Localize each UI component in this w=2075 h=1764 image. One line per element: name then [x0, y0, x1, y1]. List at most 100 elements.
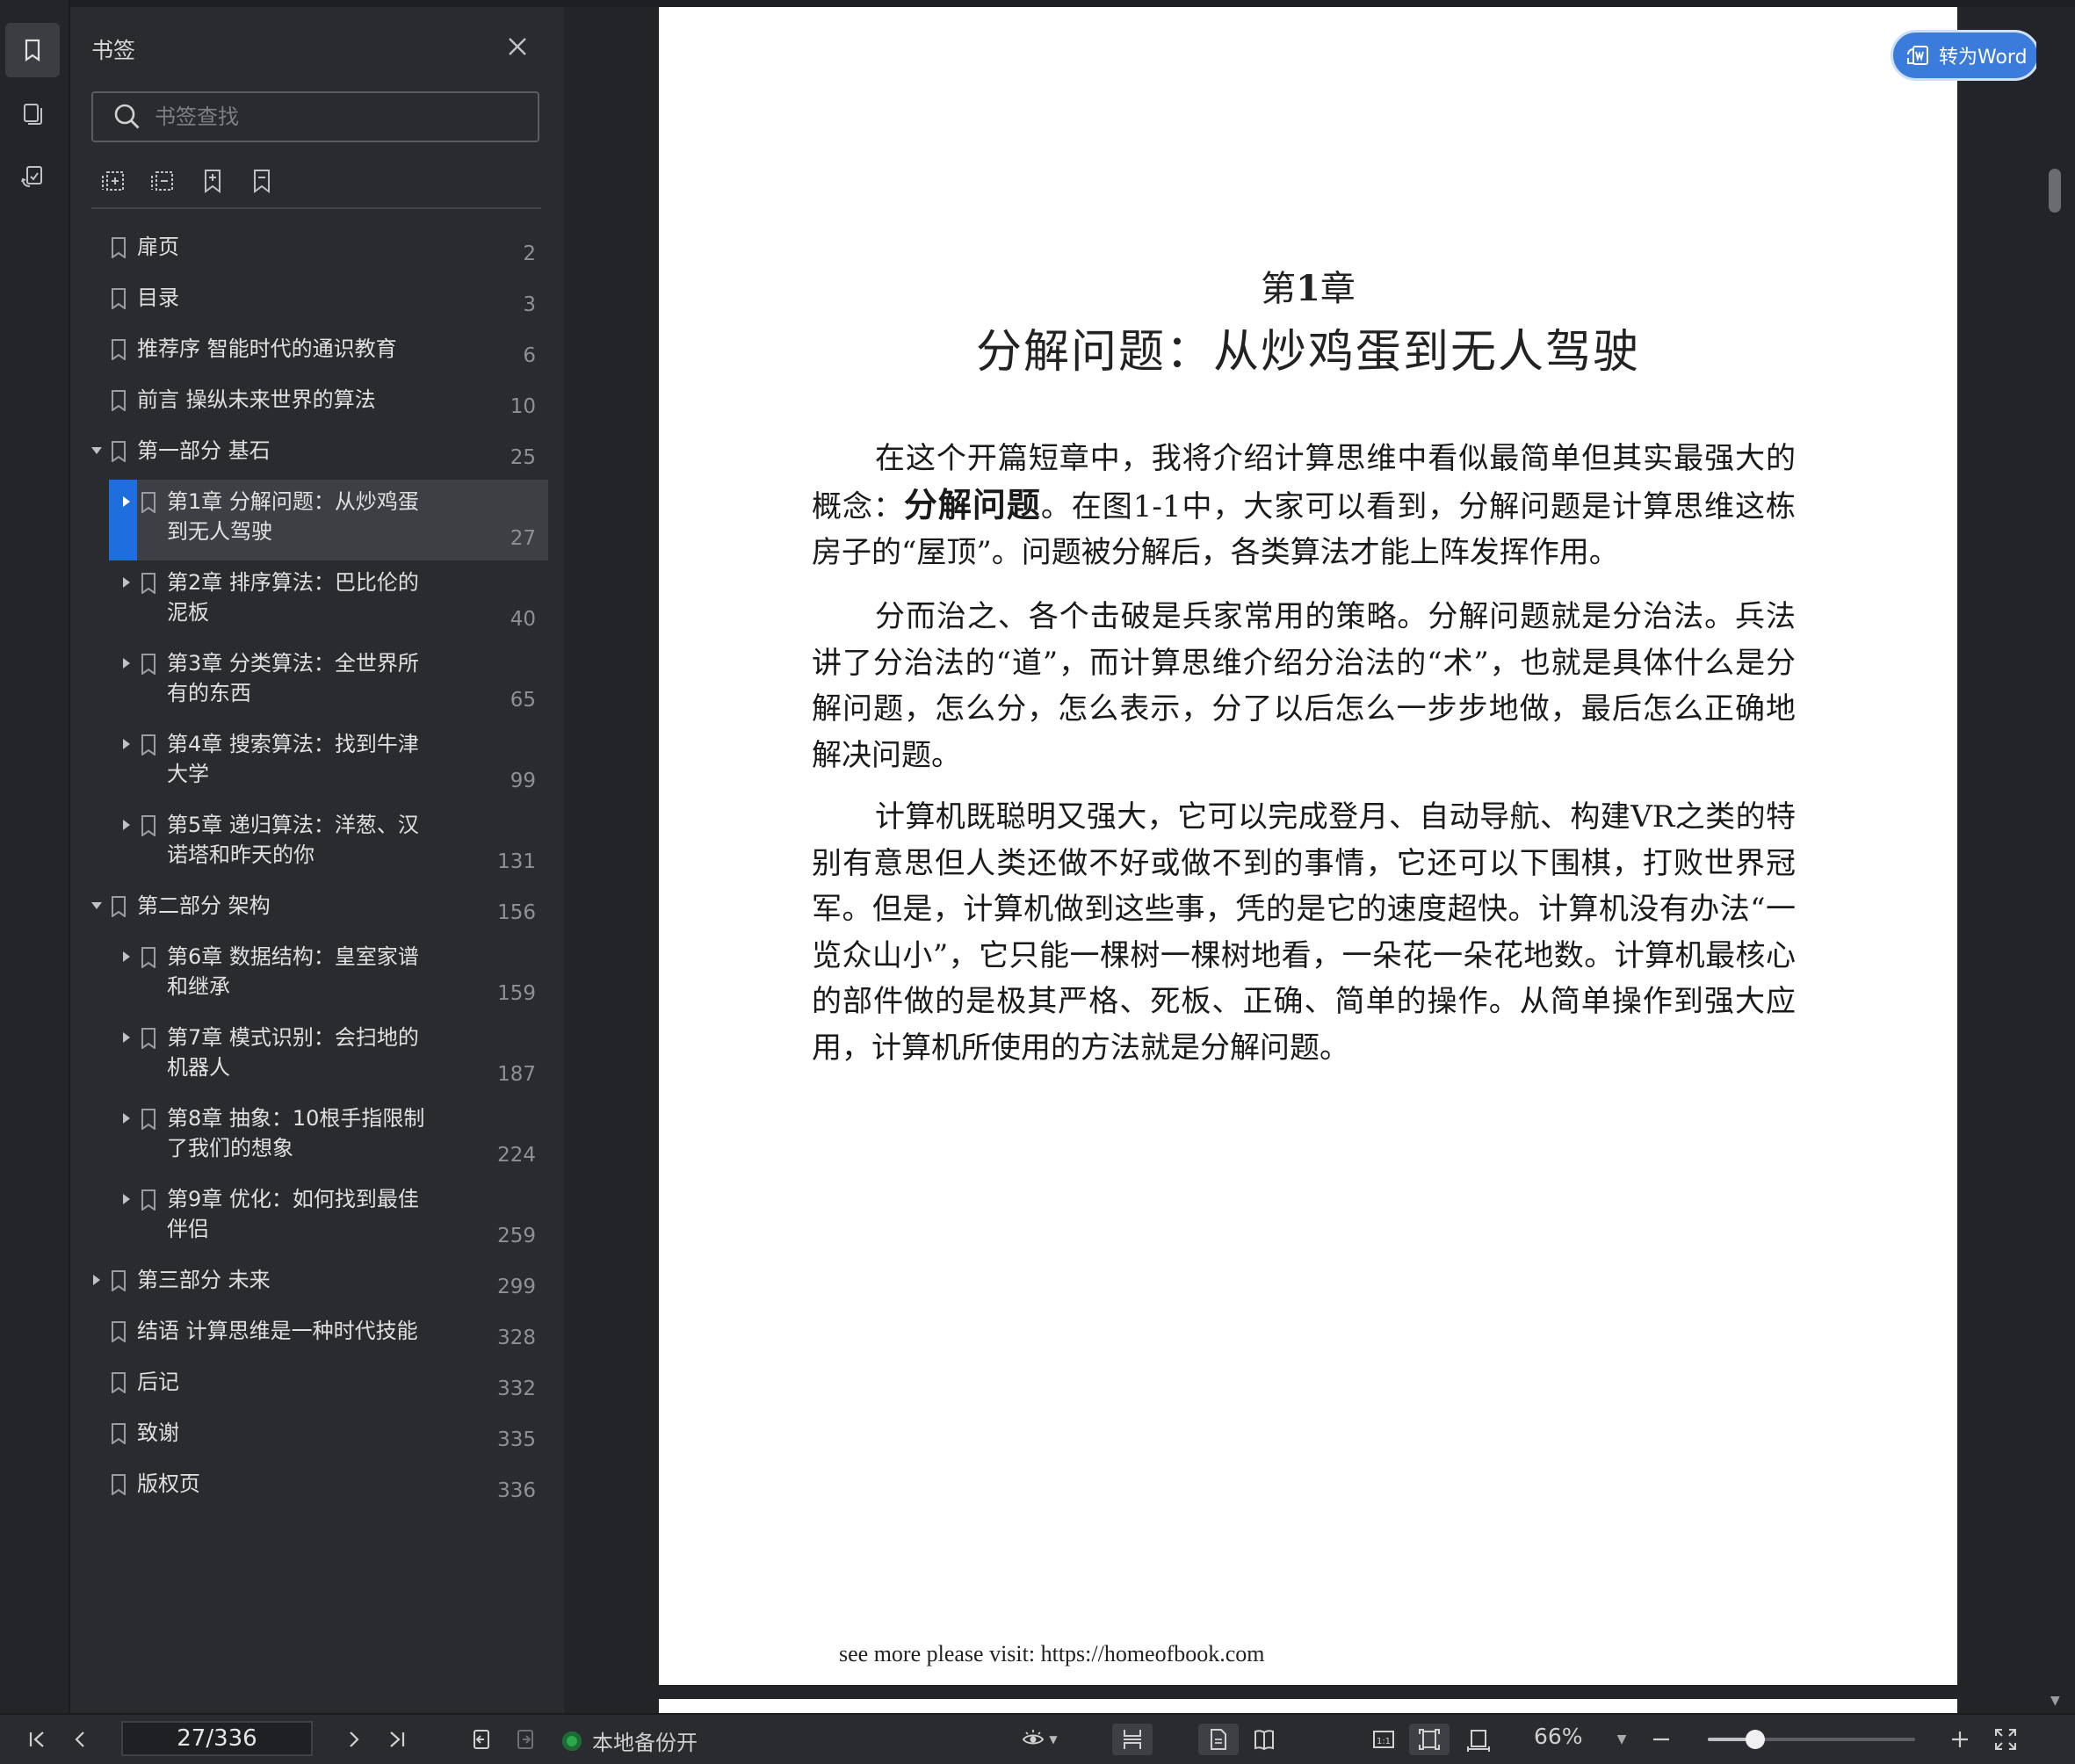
bookmark-page-number: 2 [523, 242, 536, 265]
bookmark-item[interactable]: 第9章 优化：如何找到最佳 伴侣 259 [70, 1177, 562, 1258]
first-page-button[interactable] [21, 1724, 53, 1755]
scroll-down-arrow[interactable]: ▼ [2050, 1694, 2060, 1708]
bookmark-icon [112, 237, 126, 258]
zoom-dropdown-icon[interactable]: ▼ [1613, 1724, 1630, 1755]
search-icon [114, 104, 140, 129]
fit-page-button[interactable] [1409, 1724, 1450, 1755]
double-page-button[interactable] [1244, 1724, 1284, 1755]
zoom-out-button[interactable] [1648, 1724, 1674, 1755]
back-button[interactable] [466, 1724, 497, 1755]
annotation-icon [21, 166, 42, 187]
close-icon[interactable] [504, 33, 531, 60]
bookmark-item[interactable]: 推荐序 智能时代的通识教育 6 [70, 327, 562, 378]
bookmark-item[interactable]: 版权页 336 [70, 1462, 562, 1513]
expand-all-icon[interactable] [100, 167, 128, 195]
bookmark-item[interactable]: 第6章 数据结构：皇室家谱 和继承 159 [70, 935, 562, 1016]
caret-right-icon[interactable] [119, 950, 134, 964]
forward-button[interactable] [510, 1724, 541, 1755]
bookmark-label-line1: 第6章 数据结构：皇室家谱 [167, 944, 419, 969]
actual-size-button[interactable]: 1:1 [1363, 1724, 1404, 1755]
caret-right-icon[interactable] [119, 1030, 134, 1045]
thumbnail-tab-button[interactable] [5, 86, 60, 141]
bookmark-item[interactable]: 第3章 分类算法：全世界所 有的东西 65 [70, 641, 562, 722]
search-input[interactable] [153, 104, 508, 130]
fullscreen-button[interactable] [1991, 1724, 2021, 1755]
zoom-level[interactable]: 66% [1534, 1724, 1583, 1749]
add-bookmark-icon[interactable] [199, 167, 227, 195]
paragraph-2: 分而治之、各个击破是兵家常用的策略。分解问题就是分治法。兵法讲了分治法的“道”，… [812, 599, 1796, 773]
caret-down-icon[interactable] [90, 899, 104, 913]
bookmark-item[interactable]: 后记 332 [70, 1360, 562, 1411]
fit-width-button[interactable] [1458, 1724, 1499, 1755]
bookmark-icon [112, 1423, 126, 1444]
bookmark-icon [141, 734, 155, 755]
bookmark-item[interactable]: 第7章 模式识别：会扫地的 机器人 187 [70, 1016, 562, 1096]
bookmark-page-number: 335 [497, 1428, 536, 1451]
bookmark-item[interactable]: 扉页 2 [70, 225, 562, 276]
bookmark-item[interactable]: 结语 计算思维是一种时代技能 328 [70, 1309, 562, 1360]
bookmark-item[interactable]: 前言 操纵未来世界的算法 10 [70, 378, 562, 429]
first-page-icon [29, 1731, 44, 1747]
caret-right-icon[interactable] [119, 1111, 134, 1125]
bookmark-item[interactable]: 第8章 抽象：10根手指限制 了我们的想象 224 [70, 1096, 562, 1177]
zoom-slider[interactable] [1708, 1730, 1915, 1749]
single-page-button[interactable] [1198, 1724, 1239, 1755]
bookmark-item[interactable]: 第4章 搜索算法：找到牛津 大学 99 [70, 722, 562, 803]
caret-right-icon[interactable] [119, 575, 134, 589]
continuous-scroll-button[interactable] [1112, 1724, 1153, 1755]
caret-right-icon[interactable] [119, 737, 134, 751]
caret-right-icon[interactable] [119, 818, 134, 832]
remove-bookmark-icon[interactable] [248, 167, 276, 195]
bookmark-item[interactable]: 致谢 335 [70, 1411, 562, 1462]
caret-right-icon[interactable] [119, 1192, 134, 1206]
last-page-button[interactable] [381, 1724, 413, 1755]
bookmark-label-line1: 致谢 [137, 1421, 179, 1445]
annotation-tab-button[interactable] [5, 149, 60, 204]
next-page-button[interactable] [337, 1724, 369, 1755]
bookmark-item[interactable]: 第1章 分解问题：从炒鸡蛋 到无人驾驶 27 [109, 480, 548, 560]
bookmark-item[interactable]: 第一部分 基石 25 [70, 429, 562, 480]
backup-status-label: 本地备份开 [592, 1731, 698, 1755]
bookmark-label: 第7章 模式识别：会扫地的 机器人 [167, 1023, 419, 1082]
bookmark-icon [141, 492, 155, 513]
convert-to-word-button[interactable]: 转为Word [1891, 30, 2040, 81]
bookmark-icon [112, 1321, 126, 1342]
convert-to-word-label: 转为Word [1939, 47, 2028, 69]
bookmark-search[interactable] [91, 91, 539, 142]
bookmark-item[interactable]: 目录 3 [70, 276, 562, 327]
svg-text:1:1: 1:1 [1377, 1737, 1391, 1746]
actual-size-icon: 1:1 [1373, 1731, 1394, 1748]
bookmark-label-line2: 到无人驾驶 [167, 519, 272, 544]
caret-right-icon[interactable] [119, 656, 134, 670]
vertical-scrollbar[interactable]: ▼ [2036, 7, 2075, 1713]
bookmark-icon [112, 1270, 126, 1291]
bookmark-item[interactable]: 第二部分 架构 156 [70, 884, 562, 935]
bookmark-label: 目录 [137, 283, 179, 313]
bookmark-label-line1: 扉页 [137, 235, 179, 259]
zoom-in-button[interactable] [1947, 1724, 1973, 1755]
prev-page-button[interactable] [65, 1724, 97, 1755]
bookmark-label-line1: 第8章 抽象：10根手指限制 [167, 1106, 425, 1131]
backup-status[interactable]: 本地备份开 [562, 1725, 698, 1756]
collapse-all-icon[interactable] [149, 167, 177, 195]
bookmark-item[interactable]: 第2章 排序算法：巴比伦的 泥板 40 [70, 560, 562, 641]
bookmark-item[interactable]: 第三部分 未来 299 [70, 1258, 562, 1309]
scrollbar-thumb[interactable] [2049, 169, 2061, 213]
fit-page-icon [1419, 1729, 1440, 1750]
page-number-input[interactable] [121, 1721, 313, 1756]
chevron-left-icon [75, 1731, 84, 1747]
bookmark-label-line1: 第一部分 基石 [137, 438, 271, 463]
bookmark-label-line1: 目录 [137, 286, 179, 310]
eye-protection-button[interactable]: ▼ [1017, 1724, 1061, 1755]
document-viewer[interactable]: 第1章 分解问题：从炒鸡蛋到无人驾驶 在这个开篇短章中，我将介绍计算思维中看似最… [564, 7, 2040, 1717]
caret-right-icon[interactable] [90, 1273, 104, 1287]
bookmark-item[interactable]: 第5章 递归算法：洋葱、汉 诺塔和昨天的你 131 [70, 803, 562, 884]
bookmark-page-number: 332 [497, 1377, 536, 1400]
bookmark-label-line2: 和继承 [167, 974, 230, 999]
bookmark-tab-button[interactable] [5, 23, 60, 77]
caret-down-icon[interactable] [90, 444, 104, 458]
bookmark-label: 版权页 [137, 1469, 200, 1499]
zoom-slider-handle[interactable] [1746, 1730, 1766, 1749]
bookmark-icon [112, 896, 126, 917]
caret-right-icon[interactable] [119, 495, 134, 509]
